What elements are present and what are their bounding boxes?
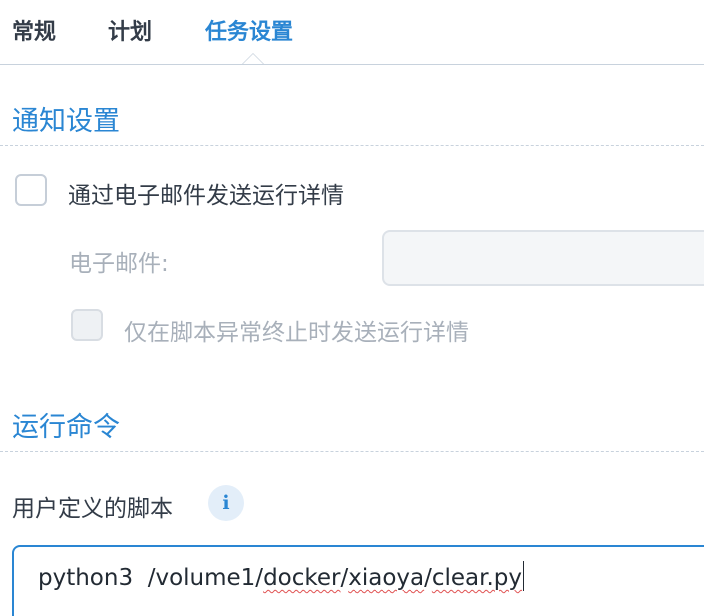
user-script-label: 用户定义的脚本 [12, 496, 173, 522]
section-divider [0, 451, 704, 452]
email-details-checkbox[interactable] [15, 174, 47, 206]
tab-task-settings[interactable]: 任务设置 [205, 14, 293, 46]
tab-divider [0, 64, 704, 65]
info-icon[interactable]: i [208, 485, 244, 521]
active-tab-caret-icon [242, 53, 264, 64]
text-caret [523, 561, 525, 591]
script-path-d: xiaoya [348, 565, 425, 591]
script-path-f: clear.py [431, 565, 523, 591]
email-field-label: 电子邮件: [69, 251, 169, 277]
script-path-a: /volume1/ [147, 565, 264, 591]
tab-bar: 常规 计划 任务设置 [0, 0, 704, 64]
tab-schedule[interactable]: 计划 [108, 14, 152, 46]
email-details-label: 通过电子邮件发送运行详情 [68, 183, 344, 209]
script-prefix: python3 [38, 565, 148, 591]
user-script-textarea[interactable]: python3 /volume1/docker/xiaoya/clear.py [12, 545, 704, 616]
notification-settings-title: 通知设置 [12, 106, 120, 137]
tab-general[interactable]: 常规 [12, 14, 56, 46]
abnormal-only-checkbox[interactable] [71, 309, 103, 341]
run-command-title: 运行命令 [12, 412, 120, 443]
email-field[interactable] [382, 230, 704, 286]
script-text: python3 /volume1/docker/xiaoya/clear.py [38, 561, 525, 591]
abnormal-only-label: 仅在脚本异常终止时发送运行详情 [124, 320, 469, 346]
script-path-b: docker [263, 565, 341, 591]
task-settings-page: 常规 计划 任务设置 通知设置 通过电子邮件发送运行详情 电子邮件: 仅在脚本异… [0, 0, 704, 616]
script-path-e: / [424, 565, 432, 591]
section-divider [0, 145, 704, 146]
